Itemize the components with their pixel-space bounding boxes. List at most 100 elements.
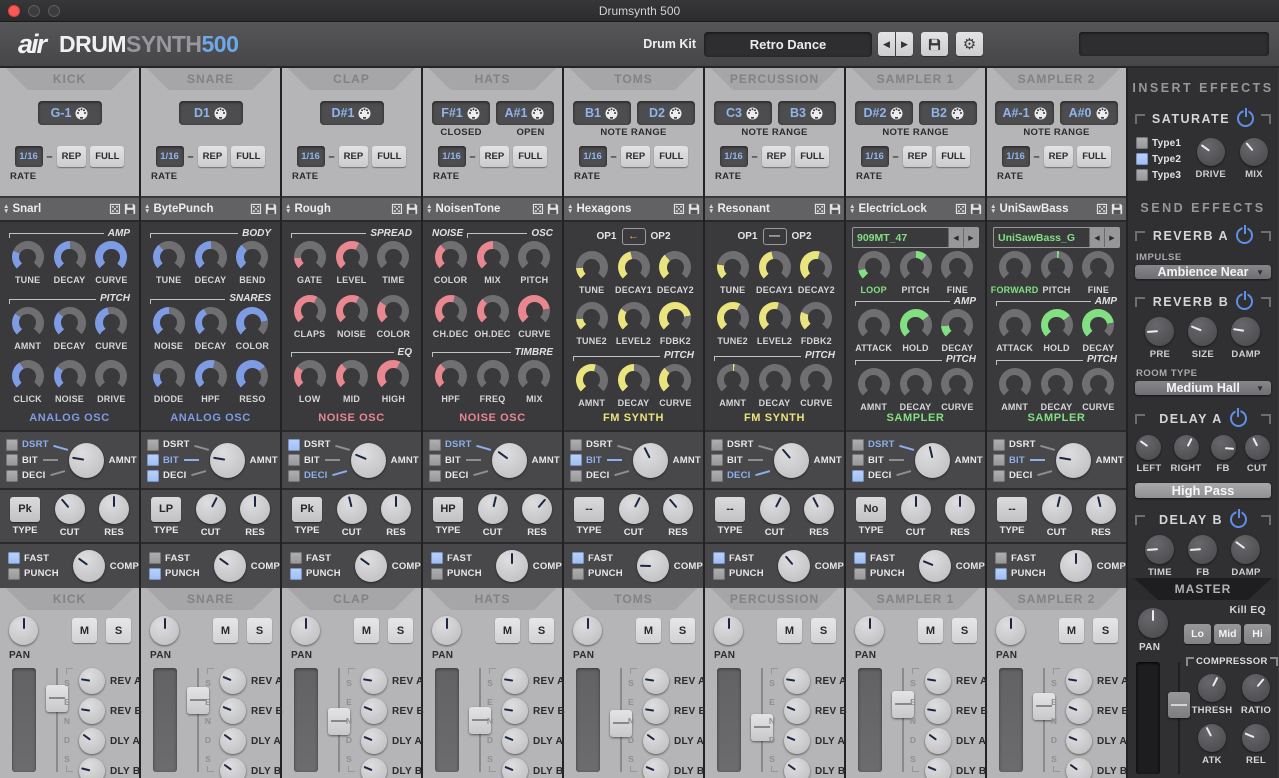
knob-click[interactable] xyxy=(12,360,44,392)
note-assign-button[interactable]: B1 xyxy=(573,101,631,125)
distortion-checkbox[interactable] xyxy=(852,454,864,466)
send-knob-dly-b[interactable] xyxy=(220,758,246,778)
solo-button[interactable]: S xyxy=(106,618,131,643)
knob-comp[interactable] xyxy=(637,550,669,582)
preset-stepper[interactable]: ▲▼ xyxy=(708,204,714,214)
send-knob-rev-a[interactable] xyxy=(925,668,951,694)
op-routing-button[interactable]: — xyxy=(763,228,787,245)
knob-fdbk2[interactable] xyxy=(659,302,691,334)
distortion-checkbox[interactable] xyxy=(147,454,159,466)
knob-decay[interactable] xyxy=(54,307,86,339)
filter-type-button[interactable]: -- xyxy=(715,497,745,522)
send-knob-rev-b[interactable] xyxy=(502,698,528,724)
knob-level[interactable] xyxy=(336,241,368,273)
knob-pitch[interactable] xyxy=(1041,251,1073,283)
saturate-power-button[interactable] xyxy=(1237,110,1254,127)
knob-mix[interactable] xyxy=(1240,138,1268,166)
send-knob-rev-b[interactable] xyxy=(643,698,669,724)
repeat-button[interactable]: REP xyxy=(621,146,651,167)
mute-button[interactable]: M xyxy=(918,618,943,643)
knob-damp[interactable] xyxy=(1231,317,1260,346)
punch-checkbox[interactable] xyxy=(713,568,725,580)
save-preset-button[interactable] xyxy=(547,203,559,215)
knob-attack[interactable] xyxy=(858,309,890,341)
knob-res[interactable] xyxy=(381,494,411,524)
rate-value-display[interactable]: 1/16 xyxy=(156,146,184,167)
knob-res[interactable] xyxy=(804,494,834,524)
knob-noise[interactable] xyxy=(153,307,185,339)
distortion-checkbox[interactable] xyxy=(288,439,300,451)
rate-value-display[interactable]: 1/16 xyxy=(720,146,748,167)
knob-mix[interactable] xyxy=(477,241,509,273)
save-preset-icon[interactable] xyxy=(970,203,982,215)
knob-tune[interactable] xyxy=(717,251,749,283)
knob-claps[interactable] xyxy=(294,295,326,327)
filter-type-button[interactable]: -- xyxy=(574,497,604,522)
knob-right[interactable] xyxy=(1174,435,1199,460)
master-fader-handle[interactable] xyxy=(1168,692,1190,718)
send-knob-rev-a[interactable] xyxy=(361,668,387,694)
fader-track[interactable] xyxy=(197,668,199,772)
knob-tune2[interactable] xyxy=(576,302,608,334)
distortion-checkbox[interactable] xyxy=(429,439,441,451)
mute-button[interactable]: M xyxy=(777,618,802,643)
distortion-checkbox[interactable] xyxy=(711,470,723,482)
full-button[interactable]: FULL xyxy=(90,146,124,167)
distortion-checkbox[interactable] xyxy=(288,454,300,466)
full-button[interactable]: FULL xyxy=(654,146,688,167)
knob-diode[interactable] xyxy=(153,360,185,392)
delay-a-power-button[interactable] xyxy=(1230,410,1247,427)
randomize-dice-icon[interactable]: ⚄ xyxy=(814,202,826,216)
repeat-button[interactable]: REP xyxy=(57,146,87,167)
knob-forward[interactable] xyxy=(999,251,1031,283)
filter-type-button[interactable]: -- xyxy=(997,497,1027,522)
knob-cut[interactable] xyxy=(55,494,85,524)
distortion-checkbox[interactable] xyxy=(993,454,1005,466)
send-knob-dly-a[interactable] xyxy=(220,728,246,754)
knob-decay[interactable] xyxy=(1041,368,1073,400)
send-knob-rev-b[interactable] xyxy=(925,698,951,724)
knob-cut[interactable] xyxy=(478,494,508,524)
knob-curve[interactable] xyxy=(941,368,973,400)
kit-prev-button[interactable]: ◀ xyxy=(878,32,895,56)
rate-value-display[interactable]: 1/16 xyxy=(579,146,607,167)
settings-button[interactable]: ⚙ xyxy=(956,32,983,56)
fast-checkbox[interactable] xyxy=(854,552,866,564)
kill-eq-hi-button[interactable]: Hi xyxy=(1244,624,1271,644)
full-button[interactable]: FULL xyxy=(513,146,547,167)
knob-decay[interactable] xyxy=(941,309,973,341)
save-preset-button[interactable] xyxy=(265,203,277,215)
rate-value-display[interactable]: 1/16 xyxy=(1002,146,1030,167)
send-knob-dly-a[interactable] xyxy=(361,728,387,754)
filter-type-button[interactable]: No xyxy=(856,497,886,522)
mute-button[interactable]: M xyxy=(72,618,97,643)
solo-button[interactable]: S xyxy=(952,618,977,643)
sample-prev-button[interactable]: ◀ xyxy=(948,228,963,247)
send-knob-rev-a[interactable] xyxy=(79,668,105,694)
drum-kit-selector[interactable]: Retro Dance xyxy=(704,32,872,57)
distortion-checkbox[interactable] xyxy=(570,439,582,451)
knob-pitch[interactable] xyxy=(900,251,932,283)
punch-checkbox[interactable] xyxy=(431,568,443,580)
knob-comp[interactable] xyxy=(919,550,951,582)
sample-prev-button[interactable]: ◀ xyxy=(1089,228,1104,247)
knob-drive[interactable] xyxy=(95,360,127,392)
knob-comp[interactable] xyxy=(214,550,246,582)
sample-selector[interactable]: 909MT_47◀▶ xyxy=(852,227,979,248)
knob-cut[interactable] xyxy=(1042,494,1072,524)
send-knob-dly-b[interactable] xyxy=(925,758,951,778)
knob-curve[interactable] xyxy=(1082,368,1114,400)
knob-res[interactable] xyxy=(1086,494,1116,524)
knob-left[interactable] xyxy=(1136,435,1161,460)
distortion-checkbox[interactable] xyxy=(429,454,441,466)
fast-checkbox[interactable] xyxy=(995,552,1007,564)
send-knob-dly-a[interactable] xyxy=(79,728,105,754)
repeat-button[interactable]: REP xyxy=(339,146,369,167)
distortion-checkbox[interactable] xyxy=(993,470,1005,482)
full-button[interactable]: FULL xyxy=(231,146,265,167)
full-button[interactable]: FULL xyxy=(795,146,829,167)
saturate-type-checkbox[interactable] xyxy=(1136,169,1148,181)
filter-type-button[interactable]: HP xyxy=(433,497,463,522)
master-knob-ratio[interactable] xyxy=(1242,674,1270,702)
distortion-checkbox[interactable] xyxy=(6,454,18,466)
